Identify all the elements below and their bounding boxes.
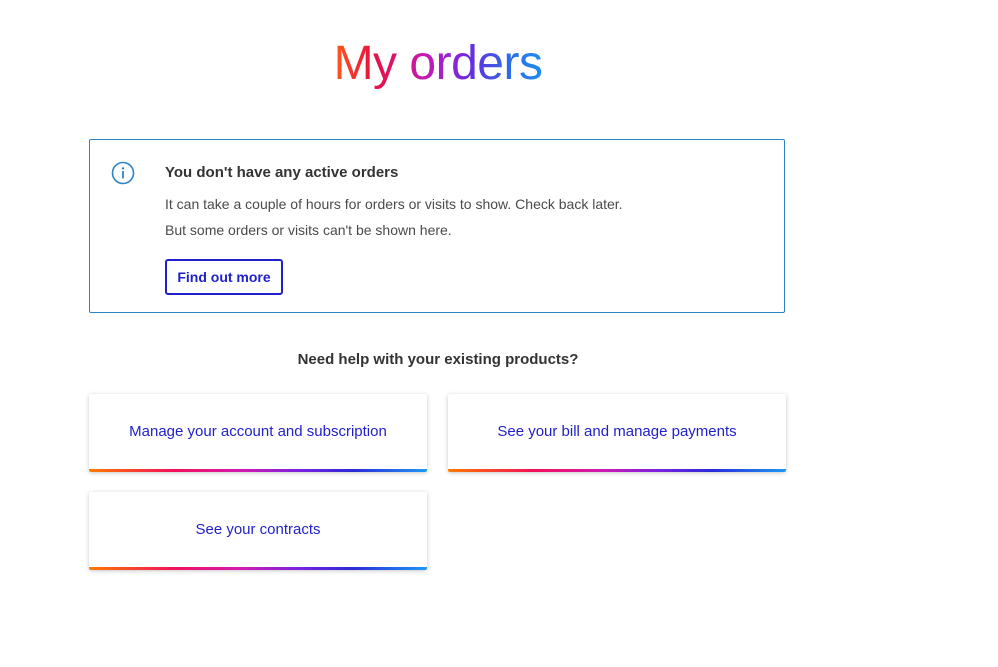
find-out-more-button[interactable]: Find out more — [165, 259, 283, 295]
contracts-card[interactable]: See your contracts — [89, 492, 427, 570]
page: My orders You don't have any active orde… — [0, 0, 998, 667]
page-title-wrap: My orders — [89, 34, 787, 96]
page-title: My orders — [334, 34, 543, 96]
card-label: See your bill and manage payments — [497, 422, 737, 440]
bill-payments-card[interactable]: See your bill and manage payments — [448, 394, 786, 472]
help-heading: Need help with your existing products? — [297, 351, 579, 368]
card-label: See your contracts — [195, 520, 321, 538]
manage-account-card[interactable]: Manage your account and subscription — [89, 394, 427, 472]
notice-heading: You don't have any active orders — [165, 164, 399, 181]
card-label: Manage your account and subscription — [129, 422, 387, 440]
notice-text-line: But some orders or visits can't be shown… — [165, 222, 452, 238]
notice-text-line: It can take a couple of hours for orders… — [165, 196, 623, 212]
no-orders-notice: You don't have any active orders It can … — [89, 139, 785, 313]
info-circle-icon — [111, 161, 135, 185]
